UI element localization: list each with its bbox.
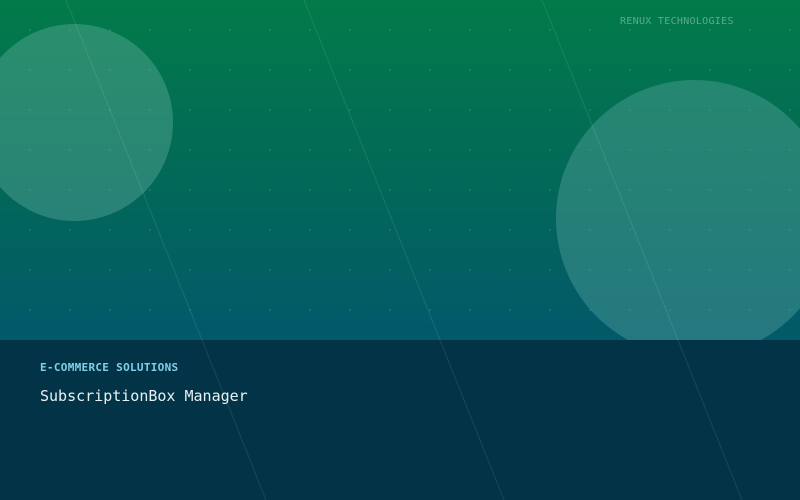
hero-gradient-area	[0, 0, 800, 340]
company-name: RENUX TECHNOLOGIES	[620, 16, 734, 27]
category-label: E-COMMERCE SOLUTIONS	[40, 361, 179, 374]
product-title: SubscriptionBox Manager	[40, 387, 248, 405]
hero-banner: RENUX TECHNOLOGIES E-COMMERCE SOLUTIONS …	[0, 0, 800, 500]
